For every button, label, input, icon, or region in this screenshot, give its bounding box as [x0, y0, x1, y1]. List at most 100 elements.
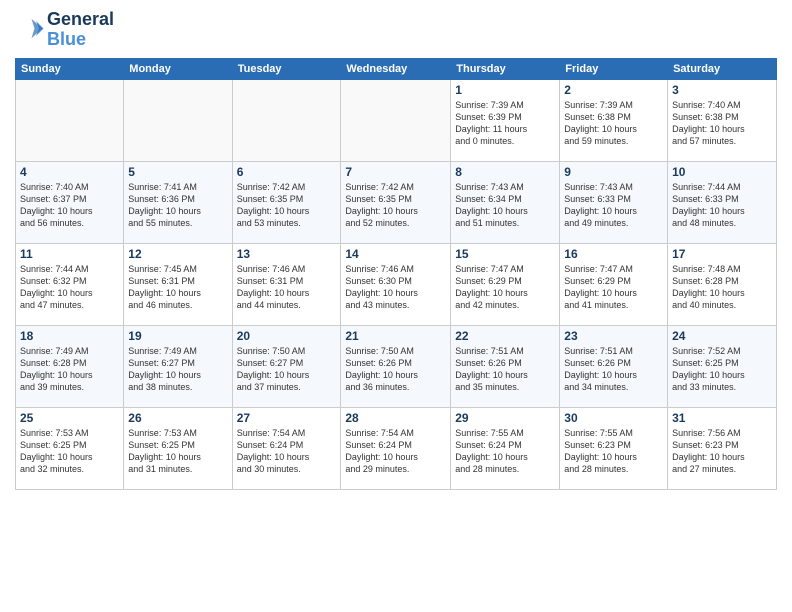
day-info: Sunrise: 7:51 AM Sunset: 6:26 PM Dayligh… [455, 345, 555, 394]
calendar-cell: 19Sunrise: 7:49 AM Sunset: 6:27 PM Dayli… [124, 325, 232, 407]
day-number: 25 [20, 411, 119, 425]
day-info: Sunrise: 7:47 AM Sunset: 6:29 PM Dayligh… [455, 263, 555, 312]
day-info: Sunrise: 7:50 AM Sunset: 6:26 PM Dayligh… [345, 345, 446, 394]
calendar-cell: 22 Sunrise: 7:51 AM Sunset: 6:26 PM Dayli… [451, 325, 560, 407]
day-info: Sunrise: 7:45 AM Sunset: 6:31 PM Dayligh… [128, 263, 227, 312]
calendar-cell: 27 Sunrise: 7:54 AM Sunset: 6:24 PM Dayli… [232, 407, 341, 489]
day-number: 29 [455, 411, 555, 425]
day-info: Sunrise: 7:56 AM Sunset: 6:23 PM Dayligh… [672, 427, 772, 476]
calendar-cell: 13Sunrise: 7:46 AM Sunset: 6:31 PM Dayli… [232, 243, 341, 325]
day-info: Sunrise: 7:48 AM Sunset: 6:28 PM Dayligh… [672, 263, 772, 312]
calendar-cell: 25 Sunrise: 7:53 AM Sunset: 6:25 PM Dayli… [16, 407, 124, 489]
calendar-cell: 9 Sunrise: 7:43 AM Sunset: 6:33 PM Daylig… [560, 161, 668, 243]
day-number: 11 [20, 247, 119, 261]
day-info: Sunrise: 7:44 AM Sunset: 6:32 PM Dayligh… [20, 263, 119, 312]
day-number: 8 [455, 165, 555, 179]
week-row-1: 1 Sunrise: 7:39 AM Sunset: 6:39 PM Daylig… [16, 79, 777, 161]
day-number: 13 [237, 247, 337, 261]
calendar-cell: 24 Sunrise: 7:52 AM Sunset: 6:25 PM Dayli… [668, 325, 777, 407]
calendar-cell: 17 Sunrise: 7:48 AM Sunset: 6:28 PM Dayli… [668, 243, 777, 325]
day-info: Sunrise: 7:50 AM Sunset: 6:27 PM Dayligh… [237, 345, 337, 394]
day-number: 22 [455, 329, 555, 343]
day-number: 17 [672, 247, 772, 261]
calendar-cell [232, 79, 341, 161]
day-number: 14 [345, 247, 446, 261]
calendar-cell: 29 Sunrise: 7:55 AM Sunset: 6:24 PM Dayli… [451, 407, 560, 489]
calendar-cell: 1 Sunrise: 7:39 AM Sunset: 6:39 PM Daylig… [451, 79, 560, 161]
calendar-cell: 26 Sunrise: 7:53 AM Sunset: 6:25 PM Dayli… [124, 407, 232, 489]
day-number: 16 [564, 247, 663, 261]
day-info: Sunrise: 7:40 AM Sunset: 6:38 PM Dayligh… [672, 99, 772, 148]
calendar-cell [124, 79, 232, 161]
day-number: 18 [20, 329, 119, 343]
day-info: Sunrise: 7:49 AM Sunset: 6:28 PM Dayligh… [20, 345, 119, 394]
calendar-cell: 4Sunrise: 7:40 AM Sunset: 6:37 PM Daylig… [16, 161, 124, 243]
calendar-cell: 5Sunrise: 7:41 AM Sunset: 6:36 PM Daylig… [124, 161, 232, 243]
day-number: 31 [672, 411, 772, 425]
day-info: Sunrise: 7:43 AM Sunset: 6:34 PM Dayligh… [455, 181, 555, 230]
day-info: Sunrise: 7:42 AM Sunset: 6:35 PM Dayligh… [345, 181, 446, 230]
day-info: Sunrise: 7:52 AM Sunset: 6:25 PM Dayligh… [672, 345, 772, 394]
column-header-saturday: Saturday [668, 58, 777, 79]
day-number: 26 [128, 411, 227, 425]
header: General Blue [15, 10, 777, 50]
day-info: Sunrise: 7:55 AM Sunset: 6:24 PM Dayligh… [455, 427, 555, 476]
calendar-cell: 15 Sunrise: 7:47 AM Sunset: 6:29 PM Dayli… [451, 243, 560, 325]
day-number: 12 [128, 247, 227, 261]
day-number: 15 [455, 247, 555, 261]
calendar-cell [16, 79, 124, 161]
day-number: 1 [455, 83, 555, 97]
day-number: 28 [345, 411, 446, 425]
calendar-cell: 11 Sunrise: 7:44 AM Sunset: 6:32 PM Dayli… [16, 243, 124, 325]
day-number: 2 [564, 83, 663, 97]
column-header-thursday: Thursday [451, 58, 560, 79]
calendar-cell: 7 Sunrise: 7:42 AM Sunset: 6:35 PM Daylig… [341, 161, 451, 243]
day-number: 4 [20, 165, 119, 179]
calendar-cell: 8 Sunrise: 7:43 AM Sunset: 6:34 PM Daylig… [451, 161, 560, 243]
day-info: Sunrise: 7:42 AM Sunset: 6:35 PM Dayligh… [237, 181, 337, 230]
day-number: 30 [564, 411, 663, 425]
day-number: 6 [237, 165, 337, 179]
day-info: Sunrise: 7:47 AM Sunset: 6:29 PM Dayligh… [564, 263, 663, 312]
day-number: 19 [128, 329, 227, 343]
day-info: Sunrise: 7:46 AM Sunset: 6:30 PM Dayligh… [345, 263, 446, 312]
calendar-table: SundayMondayTuesdayWednesdayThursdayFrid… [15, 58, 777, 490]
calendar-cell: 30Sunrise: 7:55 AM Sunset: 6:23 PM Dayli… [560, 407, 668, 489]
day-info: Sunrise: 7:44 AM Sunset: 6:33 PM Dayligh… [672, 181, 772, 230]
day-number: 20 [237, 329, 337, 343]
day-number: 7 [345, 165, 446, 179]
logo-text: General Blue [47, 10, 114, 50]
column-header-monday: Monday [124, 58, 232, 79]
logo-icon [15, 15, 45, 45]
day-number: 24 [672, 329, 772, 343]
calendar-cell: 18 Sunrise: 7:49 AM Sunset: 6:28 PM Dayli… [16, 325, 124, 407]
calendar-cell: 6 Sunrise: 7:42 AM Sunset: 6:35 PM Daylig… [232, 161, 341, 243]
calendar-header-row: SundayMondayTuesdayWednesdayThursdayFrid… [16, 58, 777, 79]
day-info: Sunrise: 7:39 AM Sunset: 6:38 PM Dayligh… [564, 99, 663, 148]
week-row-5: 25 Sunrise: 7:53 AM Sunset: 6:25 PM Dayli… [16, 407, 777, 489]
day-number: 3 [672, 83, 772, 97]
day-info: Sunrise: 7:53 AM Sunset: 6:25 PM Dayligh… [20, 427, 119, 476]
calendar-cell: 28 Sunrise: 7:54 AM Sunset: 6:24 PM Dayli… [341, 407, 451, 489]
calendar-cell: 3 Sunrise: 7:40 AM Sunset: 6:38 PM Daylig… [668, 79, 777, 161]
day-info: Sunrise: 7:53 AM Sunset: 6:25 PM Dayligh… [128, 427, 227, 476]
column-header-wednesday: Wednesday [341, 58, 451, 79]
day-number: 9 [564, 165, 663, 179]
day-info: Sunrise: 7:54 AM Sunset: 6:24 PM Dayligh… [345, 427, 446, 476]
column-header-friday: Friday [560, 58, 668, 79]
page: General Blue SundayMondayTuesdayWednesda… [0, 0, 792, 612]
calendar-cell [341, 79, 451, 161]
day-number: 5 [128, 165, 227, 179]
day-number: 27 [237, 411, 337, 425]
week-row-3: 11 Sunrise: 7:44 AM Sunset: 6:32 PM Dayli… [16, 243, 777, 325]
calendar-cell: 10Sunrise: 7:44 AM Sunset: 6:33 PM Dayli… [668, 161, 777, 243]
day-info: Sunrise: 7:54 AM Sunset: 6:24 PM Dayligh… [237, 427, 337, 476]
calendar-cell: 12 Sunrise: 7:45 AM Sunset: 6:31 PM Dayli… [124, 243, 232, 325]
week-row-4: 18 Sunrise: 7:49 AM Sunset: 6:28 PM Dayli… [16, 325, 777, 407]
day-number: 23 [564, 329, 663, 343]
column-header-sunday: Sunday [16, 58, 124, 79]
day-info: Sunrise: 7:43 AM Sunset: 6:33 PM Dayligh… [564, 181, 663, 230]
logo: General Blue [15, 10, 114, 50]
day-info: Sunrise: 7:39 AM Sunset: 6:39 PM Dayligh… [455, 99, 555, 148]
calendar-cell: 14 Sunrise: 7:46 AM Sunset: 6:30 PM Dayli… [341, 243, 451, 325]
